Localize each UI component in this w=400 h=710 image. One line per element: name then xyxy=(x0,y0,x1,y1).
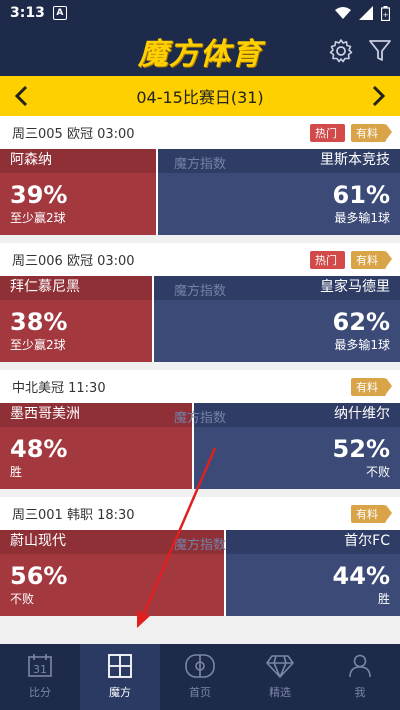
match-info: 中北美冠 11:30 xyxy=(12,381,106,396)
diamond-icon xyxy=(266,654,294,681)
probability-bar[interactable]: 拜仁慕尼黑 38% 至少赢2球 皇家马德里 62% 最多输1球 魔方指数 xyxy=(0,276,400,362)
home-outcome: 至少赢2球 xyxy=(10,211,66,225)
svg-text:31: 31 xyxy=(33,663,47,676)
away-team: 纳什维尔 xyxy=(194,403,400,427)
away-percentage: 52% xyxy=(332,435,390,463)
person-icon xyxy=(348,654,372,681)
away-outcome: 最多输1球 xyxy=(334,211,390,225)
away-percentage: 61% xyxy=(332,181,390,209)
nav-tab[interactable]: 我 xyxy=(320,644,400,710)
nav-tab[interactable]: 精选 xyxy=(240,644,320,710)
away-side: 纳什维尔 52% 不败 xyxy=(194,403,400,489)
away-outcome: 胜 xyxy=(377,592,390,606)
match-card[interactable]: 周三006 欧冠 03:00 热门 有料 拜仁慕尼黑 38% 至少赢2球 皇家马… xyxy=(0,243,400,362)
hot-badge: 热门 xyxy=(310,124,345,142)
date-selector-bar: 04-15比赛日(31) xyxy=(0,76,400,116)
home-outcome: 不败 xyxy=(10,592,35,606)
nav-tab-label: 首页 xyxy=(189,686,211,699)
match-header: 周三005 欧冠 03:00 热门 有料 xyxy=(0,116,400,149)
match-card[interactable]: 周三005 欧冠 03:00 热门 有料 阿森纳 39% 至少赢2球 里斯本竞技… xyxy=(0,116,400,235)
next-day-chevron-icon[interactable] xyxy=(370,85,386,107)
insider-badge[interactable]: 有料 xyxy=(351,251,392,269)
status-time: 3:13 xyxy=(10,5,45,21)
hot-badge: 热门 xyxy=(310,251,345,269)
home-team: 阿森纳 xyxy=(0,149,156,173)
match-header: 周三006 欧冠 03:00 热门 有料 xyxy=(0,243,400,276)
home-side: 拜仁慕尼黑 38% 至少赢2球 xyxy=(0,276,152,362)
insider-badge[interactable]: 有料 xyxy=(351,124,392,142)
status-bar: 3:13 A + xyxy=(0,0,400,26)
nav-tab-label: 魔方 xyxy=(109,686,131,699)
pitch-icon xyxy=(185,654,215,681)
away-percentage: 44% xyxy=(332,562,390,590)
match-list: 周三005 欧冠 03:00 热门 有料 阿森纳 39% 至少赢2球 里斯本竞技… xyxy=(0,116,400,616)
nav-tab-label: 精选 xyxy=(269,686,291,699)
away-team: 里斯本竞技 xyxy=(158,149,400,173)
match-info: 周三006 欧冠 03:00 xyxy=(12,254,135,269)
away-team: 皇家马德里 xyxy=(154,276,400,300)
bottom-navigation: 31 比分 魔方 首页 精选 我 xyxy=(0,644,400,710)
home-team: 蔚山现代 xyxy=(0,530,224,554)
match-card[interactable]: 周三001 韩职 18:30 有料 蔚山现代 56% 不败 首尔FC 44% 胜… xyxy=(0,497,400,616)
away-side: 首尔FC 44% 胜 xyxy=(226,530,400,616)
match-day-title: 04-15比赛日(31) xyxy=(136,88,264,107)
probability-bar[interactable]: 阿森纳 39% 至少赢2球 里斯本竞技 61% 最多输1球 魔方指数 xyxy=(0,149,400,235)
home-side: 蔚山现代 56% 不败 xyxy=(0,530,224,616)
insider-badge[interactable]: 有料 xyxy=(351,505,392,523)
match-info: 周三001 韩职 18:30 xyxy=(12,508,135,523)
nav-tab[interactable]: 魔方 xyxy=(80,644,160,710)
home-outcome: 胜 xyxy=(10,465,23,479)
probability-bar[interactable]: 蔚山现代 56% 不败 首尔FC 44% 胜 魔方指数 xyxy=(0,530,400,616)
match-info: 周三005 欧冠 03:00 xyxy=(12,127,135,142)
nav-tab-label: 我 xyxy=(354,686,366,699)
a-notification-icon: A xyxy=(52,6,67,20)
home-outcome: 至少赢2球 xyxy=(10,338,66,352)
away-side: 里斯本竞技 61% 最多输1球 xyxy=(158,149,400,235)
calendar-icon: 31 xyxy=(27,654,53,681)
wifi-icon xyxy=(335,7,351,19)
nav-tab[interactable]: 31 比分 xyxy=(0,644,80,710)
app-header: 魔方体育 xyxy=(0,26,400,76)
home-percentage: 39% xyxy=(10,181,68,209)
signal-icon xyxy=(359,6,373,20)
grid-icon xyxy=(107,654,133,681)
home-team: 墨西哥美洲 xyxy=(0,403,192,427)
match-header: 周三001 韩职 18:30 有料 xyxy=(0,497,400,530)
nav-tab-label: 比分 xyxy=(29,686,51,699)
settings-gear-icon[interactable] xyxy=(328,38,354,64)
match-card[interactable]: 中北美冠 11:30 有料 墨西哥美洲 48% 胜 纳什维尔 52% 不败 魔方… xyxy=(0,370,400,489)
insider-badge[interactable]: 有料 xyxy=(351,378,392,396)
away-percentage: 62% xyxy=(332,308,390,336)
home-percentage: 48% xyxy=(10,435,68,463)
svg-text:+: + xyxy=(383,11,389,19)
previous-day-chevron-icon[interactable] xyxy=(14,85,30,107)
away-team: 首尔FC xyxy=(226,530,400,554)
home-team: 拜仁慕尼黑 xyxy=(0,276,152,300)
match-header: 中北美冠 11:30 有料 xyxy=(0,370,400,403)
away-side: 皇家马德里 62% 最多输1球 xyxy=(154,276,400,362)
home-side: 墨西哥美洲 48% 胜 xyxy=(0,403,192,489)
filter-icon[interactable] xyxy=(368,38,392,64)
away-outcome: 最多输1球 xyxy=(334,338,390,352)
app-logo: 魔方体育 xyxy=(138,37,262,72)
nav-tab[interactable]: 首页 xyxy=(160,644,240,710)
home-side: 阿森纳 39% 至少赢2球 xyxy=(0,149,156,235)
home-percentage: 38% xyxy=(10,308,68,336)
probability-bar[interactable]: 墨西哥美洲 48% 胜 纳什维尔 52% 不败 魔方指数 xyxy=(0,403,400,489)
battery-icon: + xyxy=(381,5,390,21)
home-percentage: 56% xyxy=(10,562,68,590)
away-outcome: 不败 xyxy=(365,465,390,479)
